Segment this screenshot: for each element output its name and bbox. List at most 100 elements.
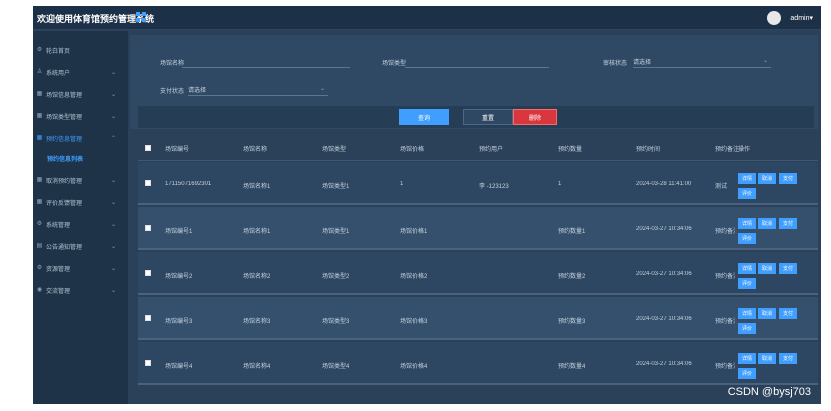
table-cell: 场馆类型1 [322,184,350,190]
user-icon: ♙ [36,68,43,75]
table-row: 17115071692301 场馆名称1 场馆类型1 1 李 -123123 1 2024-… [138,162,818,205]
chevron-down-icon: ⌄ [110,221,116,228]
row-action-button[interactable]: 支付 [779,353,797,364]
menu-grid-icon[interactable] [136,12,146,22]
chevron-down-icon: ⌄ [110,199,116,206]
row-action-button[interactable]: 评价 [738,188,756,199]
sidebar-item[interactable]: ⚙ 系统管理 ⌄ [33,213,128,235]
row-action-button[interactable]: 取消 [758,173,776,184]
sidebar-item[interactable]: ⚙ 轮白首页 [33,39,128,61]
table-cell: 2024-03-27 10:34:06 [636,316,692,322]
sidebar-item[interactable]: ▦ 场馆类型管理 ⌄ [33,105,128,127]
grid-icon: ▦ [36,198,43,205]
table-cell: 场馆编号2 [165,274,193,280]
sidebar-item[interactable]: ♙ 系统用户 ⌄ [33,61,128,83]
sidebar-item[interactable]: ⚙ 资源管理 ⌄ [33,257,128,279]
sidebar-item[interactable]: ▦ 场馆信息管理 ⌄ [33,83,128,105]
row-checkbox[interactable] [145,225,151,231]
table-cell: 李 -123123 [479,184,509,190]
row-checkbox[interactable] [145,315,151,321]
sidebar-item-label: 取消预约管理 [46,178,83,185]
search-button[interactable]: 查询 [399,109,449,125]
sidebar-item-label: 预约信息管理 [46,136,83,143]
audit-status-value: 请选择 [633,60,652,66]
row-action-button[interactable]: 评价 [738,368,756,379]
pay-status-select[interactable]: 请选择 ⌄ [188,82,328,96]
venue-name-label: 场馆名称 [160,61,185,67]
table-row: 场馆编号2 场馆名称2 场馆类型2 场馆价格2 预约数量2 2024-03-27 10:3… [138,252,818,295]
select-all-checkbox[interactable] [145,145,151,151]
row-action-button[interactable]: 详情 [738,173,756,184]
row-checkbox[interactable] [145,180,151,186]
sidebar-item-label: 场馆类型管理 [46,114,83,121]
chevron-down-icon: ⌄ [110,265,116,272]
row-action-button[interactable]: 取消 [758,263,776,274]
sidebar-item[interactable]: ▦ 评价反馈管理 ⌄ [33,191,128,213]
chevron-down-icon: ⌄ [110,113,116,120]
sidebar-item[interactable]: ◉ 交流管理 ⌄ [33,279,128,301]
table-cell: 预约数量1 [558,229,586,235]
table-cell: 场馆编号1 [165,229,193,235]
table-cell: 场馆编号3 [165,319,193,325]
row-action-button[interactable]: 评价 [738,278,756,289]
row-action-button[interactable]: 支付 [779,218,797,229]
table-cell: 2024-03-27 10:34:06 [636,361,692,367]
sidebar-item-label: 评价反馈管理 [46,200,83,207]
sidebar-item-label: 交流管理 [46,288,71,295]
venue-type-input[interactable] [405,54,549,68]
reset-button[interactable]: 重置 [463,109,513,125]
table-cell: 预约备注3 [715,319,735,325]
row-action-button[interactable]: 取消 [758,353,776,364]
chevron-down-icon: ⌄ [110,243,116,250]
avatar[interactable] [767,11,781,25]
gear-icon: ⚙ [36,264,43,271]
sidebar: ⚙ 轮白首页 ♙ 系统用户 ⌄ ▦ 场馆信息管理 ⌄ ▦ 场馆类型管理 ⌄ ▦ 预约信息管理 ⌃ ▦ 取消预约… [33,31,128,404]
sidebar-item[interactable]: ▦ 取消预约管理 ⌄ [33,169,128,191]
row-action-button[interactable]: 取消 [758,308,776,319]
row-checkbox[interactable] [145,360,151,366]
sidebar-item-label: 系统管理 [46,222,71,229]
row-action-button[interactable]: 详情 [738,353,756,364]
sidebar-item-label: 场馆信息管理 [46,92,83,99]
delete-button[interactable]: 删除 [513,109,557,125]
chat-icon: ◉ [36,286,43,293]
column-header: 预约时间 [636,147,661,153]
grid-icon: ▦ [36,112,43,119]
row-checkbox[interactable] [145,270,151,276]
gear-icon: ⚙ [36,220,43,227]
sidebar-item-label: 资源管理 [46,266,71,273]
sidebar-item[interactable]: ▦ 预约信息管理 ⌃ [33,127,128,149]
table-cell: 2024-03-27 10:34:06 [636,226,692,232]
user-menu[interactable]: admin▾ [790,14,813,22]
table-cell: 2024-03-27 10:34:06 [636,271,692,277]
sidebar-subitem-booking-list[interactable]: 预约信息列表 [33,150,128,166]
row-action-button[interactable]: 详情 [738,308,756,319]
watermark: CSDN @bysj703 [727,386,811,398]
row-action-button[interactable]: 支付 [779,173,797,184]
user-name: admin [790,15,810,22]
row-action-button[interactable]: 支付 [779,308,797,319]
table-cell: 场馆类型4 [322,364,350,370]
row-action-button[interactable]: 详情 [738,263,756,274]
audit-status-label: 审核状态 [603,61,628,67]
chevron-down-icon: ▾ [809,15,813,22]
row-action-button[interactable]: 详情 [738,218,756,229]
row-action-button[interactable]: 评价 [738,233,756,244]
top-bar: 欢迎使用体育馆预约管理系统 admin▾ [33,6,821,30]
row-action-button[interactable]: 支付 [779,263,797,274]
search-panel: 场馆名称 场馆类型 审核状态 请选择 ⌄ 支付状态 请选择 ⌄ 查询 重置 删除 [130,35,818,129]
column-header: 预约数量 [558,147,583,153]
table-cell: 场馆名称2 [243,274,271,280]
grid-icon: ▦ [36,176,43,183]
sidebar-item[interactable]: ▤ 公告通知管理 ⌄ [33,235,128,257]
row-action-button[interactable]: 评价 [738,323,756,334]
table-cell: 1 [400,181,404,187]
table-cell: 场馆编号4 [165,364,193,370]
audit-status-select[interactable]: 请选择 ⌄ [633,54,771,68]
row-action-button[interactable]: 取消 [758,218,776,229]
venue-name-input[interactable] [182,54,350,68]
app-window: 欢迎使用体育馆预约管理系统 admin▾ ⚙ 轮白首页 ♙ 系统用户 ⌄ ▦ 场馆信息管理 ⌄… [33,6,821,404]
chevron-down-icon: ⌄ [762,58,768,64]
table-cell: 2024-03-28 11:41:00 [636,181,692,187]
chevron-down-icon: ⌄ [110,69,116,76]
